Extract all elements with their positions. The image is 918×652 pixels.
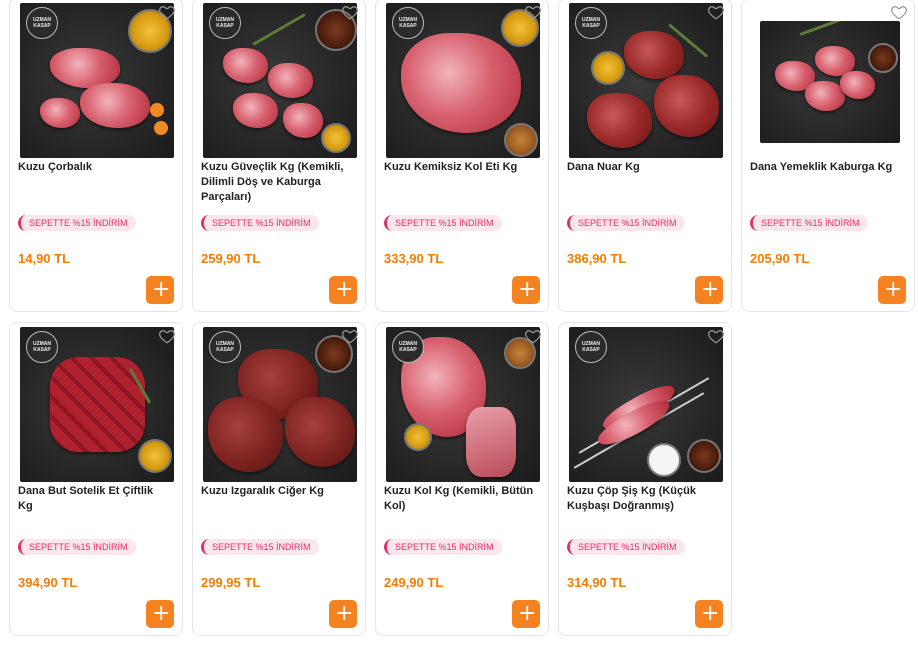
product-title[interactable]: Kuzu Çorbalık	[18, 160, 168, 175]
product-image[interactable]: UZMAN KASAP	[569, 327, 723, 482]
heart-icon[interactable]	[158, 327, 176, 345]
product-price: 14,90 TL	[18, 251, 71, 266]
heart-icon[interactable]	[341, 327, 359, 345]
add-to-cart-button[interactable]: +	[329, 600, 357, 628]
brand-logo: UZMAN KASAP	[209, 7, 241, 39]
add-to-cart-button[interactable]: +	[512, 276, 540, 304]
add-to-cart-button[interactable]: +	[878, 276, 906, 304]
add-to-cart-button[interactable]: +	[146, 276, 174, 304]
product-title[interactable]: Dana Nuar Kg	[567, 160, 717, 175]
brand-logo: UZMAN KASAP	[26, 331, 58, 363]
product-price: 205,90 TL	[750, 251, 810, 266]
product-price: 333,90 TL	[384, 251, 444, 266]
product-title[interactable]: Kuzu Güveçlik Kg (Kemikli, Dilimli Döş v…	[201, 160, 351, 205]
add-to-cart-button[interactable]: +	[695, 276, 723, 304]
discount-badge: SEPETTE %15 İNDİRİM	[201, 215, 319, 231]
discount-badge: SEPETTE %15 İNDİRİM	[567, 539, 685, 555]
brand-logo: UZMAN KASAP	[575, 331, 607, 363]
heart-icon[interactable]	[707, 327, 725, 345]
product-image[interactable]: UZMAN KASAP	[20, 327, 174, 482]
product-card[interactable]: UZMAN KASAP Dana Nuar Kg SEPETTE %15 İND…	[558, 0, 732, 312]
product-card[interactable]: UZMAN KASAP Dana But Sotelik Et Çiftlik …	[9, 322, 183, 636]
brand-logo: UZMAN KASAP	[575, 7, 607, 39]
discount-badge: SEPETTE %15 İNDİRİM	[384, 215, 502, 231]
product-title[interactable]: Dana But Sotelik Et Çiftlik Kg	[18, 484, 168, 514]
product-price: 386,90 TL	[567, 251, 627, 266]
product-card[interactable]: UZMAN KASAP Kuzu Çöp Şiş Kg (Küçük Kuşba…	[558, 322, 732, 636]
discount-badge: SEPETTE %15 İNDİRİM	[201, 539, 319, 555]
add-to-cart-button[interactable]: +	[329, 276, 357, 304]
product-image[interactable]: UZMAN KASAP	[386, 327, 540, 482]
add-to-cart-button[interactable]: +	[512, 600, 540, 628]
product-card[interactable]: UZMAN KASAP Kuzu Izgaralık Ciğer Kg SEPE…	[192, 322, 366, 636]
product-title[interactable]: Kuzu Izgaralık Ciğer Kg	[201, 484, 351, 499]
product-card[interactable]: UZMAN KASAP Kuzu Güveçlik Kg (Kemikli, D…	[192, 0, 366, 312]
product-title[interactable]: Kuzu Kemiksiz Kol Eti Kg	[384, 160, 534, 175]
discount-badge: SEPETTE %15 İNDİRİM	[384, 539, 502, 555]
discount-badge: SEPETTE %15 İNDİRİM	[567, 215, 685, 231]
product-card[interactable]: UZMAN KASAP Kuzu Çorbalık SEPETTE %15 İN…	[9, 0, 183, 312]
heart-icon[interactable]	[524, 3, 542, 21]
discount-badge: SEPETTE %15 İNDİRİM	[18, 215, 136, 231]
heart-icon[interactable]	[890, 3, 908, 21]
brand-logo: UZMAN KASAP	[209, 331, 241, 363]
brand-logo: UZMAN KASAP	[392, 331, 424, 363]
product-card[interactable]: Dana Yemeklik Kaburga Kg SEPETTE %15 İND…	[741, 0, 915, 312]
product-image[interactable]: UZMAN KASAP	[203, 3, 357, 158]
product-image[interactable]	[760, 21, 900, 143]
product-image[interactable]: UZMAN KASAP	[203, 327, 357, 482]
heart-icon[interactable]	[341, 3, 359, 21]
add-to-cart-button[interactable]: +	[695, 600, 723, 628]
heart-icon[interactable]	[158, 3, 176, 21]
brand-logo: UZMAN KASAP	[26, 7, 58, 39]
product-image[interactable]: UZMAN KASAP	[386, 3, 540, 158]
product-price: 299,95 TL	[201, 575, 261, 590]
add-to-cart-button[interactable]: +	[146, 600, 174, 628]
discount-badge: SEPETTE %15 İNDİRİM	[18, 539, 136, 555]
brand-logo: UZMAN KASAP	[392, 7, 424, 39]
product-card[interactable]: UZMAN KASAP Kuzu Kol Kg (Kemikli, Bütün …	[375, 322, 549, 636]
product-title[interactable]: Kuzu Çöp Şiş Kg (Küçük Kuşbaşı Doğranmış…	[567, 484, 717, 514]
product-title[interactable]: Kuzu Kol Kg (Kemikli, Bütün Kol)	[384, 484, 534, 514]
product-price: 259,90 TL	[201, 251, 261, 266]
discount-badge: SEPETTE %15 İNDİRİM	[750, 215, 868, 231]
product-card[interactable]: UZMAN KASAP Kuzu Kemiksiz Kol Eti Kg SEP…	[375, 0, 549, 312]
product-image[interactable]: UZMAN KASAP	[569, 3, 723, 158]
product-price: 249,90 TL	[384, 575, 444, 590]
product-image[interactable]: UZMAN KASAP	[20, 3, 174, 158]
product-price: 314,90 TL	[567, 575, 627, 590]
product-price: 394,90 TL	[18, 575, 78, 590]
heart-icon[interactable]	[707, 3, 725, 21]
heart-icon[interactable]	[524, 327, 542, 345]
product-title[interactable]: Dana Yemeklik Kaburga Kg	[750, 160, 900, 175]
